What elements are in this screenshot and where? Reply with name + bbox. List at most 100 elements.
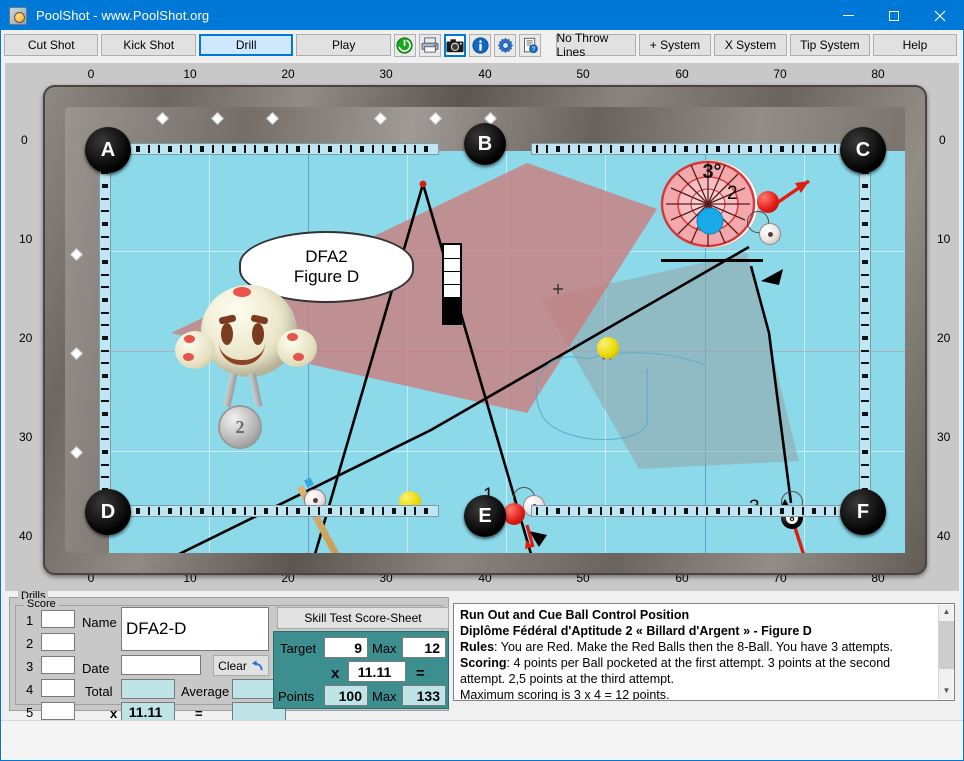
name-input[interactable]: [121, 607, 269, 651]
tab-cut-shot[interactable]: Cut Shot: [4, 34, 99, 56]
factor-value: 11.11: [348, 661, 406, 682]
target-max-value: 12: [402, 637, 446, 658]
camera-icon[interactable]: [443, 33, 467, 57]
status-bar: [1, 720, 963, 760]
title-bar: PoolShot - www.PoolShot.org: [1, 1, 963, 30]
scroll-down-icon[interactable]: ▼: [939, 684, 954, 699]
date-label: Date: [82, 661, 110, 676]
scroll-up-icon[interactable]: ▲: [939, 605, 954, 620]
score-sheet-header[interactable]: Skill Test Score-Sheet: [277, 607, 449, 629]
rail-diamond: [70, 347, 83, 360]
tab-kick-shot[interactable]: Kick Shot: [101, 34, 196, 56]
ruler-left-tick: 30: [19, 430, 33, 444]
date-input[interactable]: [121, 655, 201, 675]
score-row-4-input[interactable]: [41, 679, 75, 697]
description-subtitle: Diplôme Fédéral d'Aptitude 2 « Billard d…: [460, 624, 812, 638]
ruler-right-tick: 20: [937, 331, 951, 345]
spin-indicator[interactable]: 3°: [659, 158, 765, 262]
table-felt[interactable]: 3° DFA2 Figure D 2 2 8: [109, 151, 905, 553]
cue-ball-projection[interactable]: [759, 223, 781, 245]
window-controls: [825, 1, 963, 30]
description-title: Run Out and Cue Ball Control Position: [460, 608, 690, 622]
clear-button[interactable]: Clear: [213, 655, 269, 676]
ruler-top-tick: 20: [281, 67, 295, 81]
drill-description[interactable]: Run Out and Cue Ball Control Position Di…: [453, 603, 955, 701]
score-sheet-panel: Target 9 Max 12 x 11.11 = Points 100 Max…: [273, 631, 449, 709]
power-meter[interactable]: [442, 243, 462, 325]
printer-icon[interactable]: [418, 33, 441, 57]
score-group-label: Score: [24, 598, 59, 610]
ruler-top-tick: 80: [871, 67, 885, 81]
score-row-3-input[interactable]: [41, 656, 75, 674]
pocket-f[interactable]: F: [840, 489, 886, 535]
pocket-d[interactable]: D: [85, 489, 131, 535]
pocket-e[interactable]: E: [464, 495, 506, 537]
ruler-top-tick: 0: [87, 67, 95, 81]
ball-red-2[interactable]: [757, 191, 779, 213]
ruler-left-tick: 0: [21, 133, 28, 147]
target-max-label: Max: [372, 641, 397, 656]
bubble-line-1: DFA2: [305, 247, 348, 267]
description-scrollbar[interactable]: ▲ ▼: [938, 605, 954, 699]
button-no-throw-lines[interactable]: No Throw Lines: [555, 31, 636, 59]
rail-diamond: [429, 112, 442, 125]
target-value[interactable]: 9: [324, 637, 368, 658]
rail-diamond: [156, 112, 169, 125]
pool-table-area[interactable]: 0 10 20 30 40 50 60 70 80 0 10 20 30 40 …: [5, 63, 959, 591]
average-label: Average: [181, 684, 230, 699]
total-value: [121, 679, 175, 699]
name-label: Name: [82, 615, 117, 630]
points-max-value: 133: [402, 685, 446, 706]
rail-diamond: [374, 112, 387, 125]
maximize-button[interactable]: [871, 1, 917, 30]
score-row-5-input[interactable]: [41, 702, 75, 720]
score-row-2-input[interactable]: [41, 633, 75, 651]
scrollbar-thumb[interactable]: [939, 621, 954, 669]
button-x-system[interactable]: X System: [714, 34, 787, 56]
medal-rank: 2: [218, 405, 262, 449]
equals-label: =: [195, 706, 203, 721]
pocket-c[interactable]: C: [840, 127, 886, 173]
ruler-top-tick: 40: [478, 67, 492, 81]
pool-table[interactable]: 3° DFA2 Figure D 2 2 8 A B C D E F: [43, 85, 927, 575]
tab-play[interactable]: Play: [296, 34, 391, 56]
ball-yellow[interactable]: [597, 337, 619, 359]
ruler-top-tick: 60: [675, 67, 689, 81]
target-label: Target: [280, 641, 317, 656]
help-document-icon[interactable]: ?: [519, 33, 542, 57]
info-icon[interactable]: [469, 33, 492, 57]
power-icon[interactable]: [393, 33, 416, 57]
ruler-right-tick: 40: [937, 529, 951, 543]
rail-diamond: [266, 112, 279, 125]
pocket-a[interactable]: A: [85, 127, 131, 173]
ruler-left-tick: 40: [19, 529, 33, 543]
close-button[interactable]: [917, 1, 963, 30]
score-row-number: 4: [26, 682, 34, 697]
cushion-top-left: [111, 143, 439, 155]
score-row-1-input[interactable]: [41, 610, 75, 628]
multiply-label: x: [110, 706, 118, 721]
ruler-right-tick: 0: [939, 133, 946, 147]
rail-diamond: [211, 112, 224, 125]
ball-red-1[interactable]: [503, 503, 525, 525]
cushion-bottom-right: [531, 505, 859, 517]
minimize-button[interactable]: [825, 1, 871, 30]
button-tip-system[interactable]: Tip System: [789, 34, 870, 56]
points-value: 100: [324, 685, 368, 706]
cushion-left: [99, 153, 111, 507]
pocket-b[interactable]: B: [464, 123, 506, 165]
gear-icon[interactable]: [494, 33, 517, 57]
description-max: Maximum scoring is 3 x 4 = 12 points.: [460, 688, 670, 701]
undo-arrow-icon: [251, 659, 263, 670]
tab-drill[interactable]: Drill: [198, 34, 294, 56]
scoring-label: Scoring: [460, 656, 507, 670]
scoresheet-multiply-label: x: [331, 665, 340, 682]
button-help[interactable]: Help: [872, 34, 957, 56]
button-plus-system[interactable]: + System: [638, 34, 712, 56]
bottom-panel: Drills Score 1 2 3 4 5 Name Date Clear: [5, 590, 959, 722]
main-toolbar: Cut Shot Kick Shot Drill Play ? No Throw…: [1, 30, 963, 60]
multiplier-value: 11.11: [121, 702, 175, 722]
ruler-top-tick: 70: [773, 67, 787, 81]
points-label: Points: [278, 689, 315, 704]
table-rail: 3° DFA2 Figure D 2 2 8 A B C D E F: [65, 107, 905, 553]
